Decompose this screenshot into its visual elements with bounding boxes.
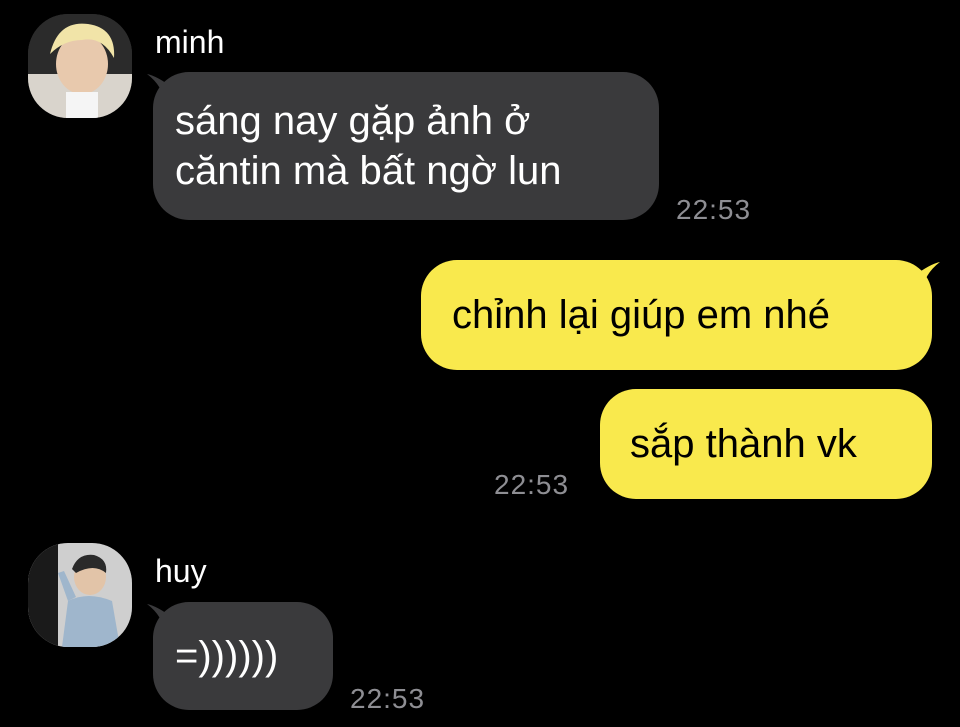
message-timestamp: 22:53 <box>676 194 752 225</box>
avatar-minh[interactable] <box>28 14 132 118</box>
avatar-huy[interactable] <box>28 543 132 647</box>
message-bubble-outgoing[interactable]: chỉnh lại giúp em nhé <box>421 260 932 370</box>
message-bubble-incoming[interactable]: =)))))) <box>153 602 333 710</box>
sender-name-minh: minh <box>155 24 225 60</box>
message-text: căntin mà bất ngờ lun <box>175 149 562 193</box>
message-timestamp: 22:53 <box>494 469 570 500</box>
profile-photo-icon <box>28 14 132 118</box>
profile-photo-icon <box>28 543 132 647</box>
message-text: sáng nay gặp ảnh ở <box>175 99 531 143</box>
sender-name-huy: huy <box>155 553 207 589</box>
message-text: sắp thành vk <box>630 422 857 466</box>
message-timestamp: 22:53 <box>350 683 426 714</box>
message-text: chỉnh lại giúp em nhé <box>452 293 831 337</box>
message-bubble-incoming[interactable]: sáng nay gặp ảnh ở căntin mà bất ngờ lun <box>153 72 659 220</box>
message-bubble-outgoing[interactable]: sắp thành vk <box>600 389 932 499</box>
message-text: =)))))) <box>175 634 279 678</box>
